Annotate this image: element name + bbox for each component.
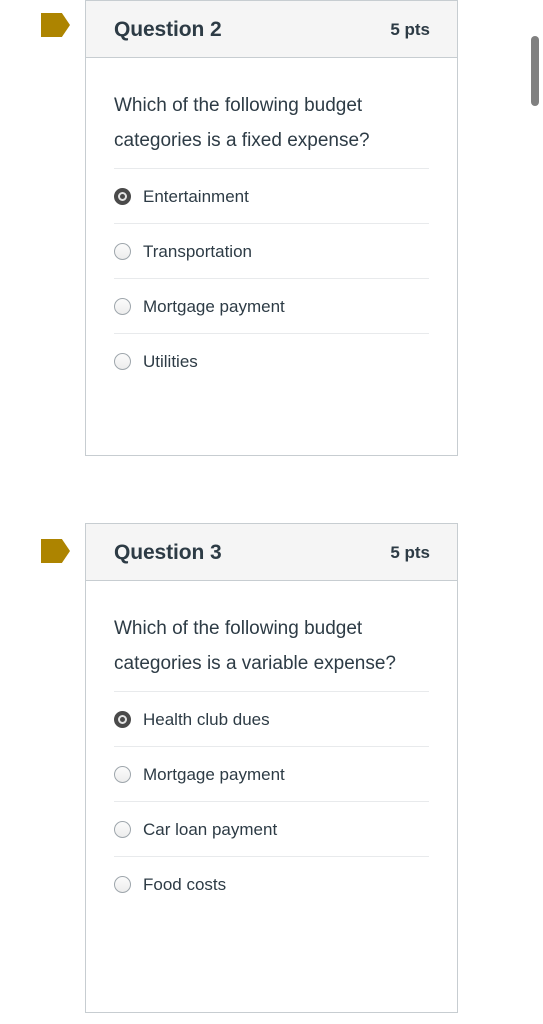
answer-row-2[interactable]: Mortgage payment [114, 746, 429, 801]
answer-row-1[interactable]: Health club dues [114, 691, 429, 746]
answer-label: Transportation [143, 241, 252, 261]
radio-button-icon[interactable] [114, 820, 131, 838]
answer-label: Entertainment [143, 186, 249, 206]
answer-label: Utilities [143, 351, 198, 371]
radio-button-selected-icon[interactable] [114, 187, 131, 205]
answer-row-3[interactable]: Mortgage payment [114, 278, 429, 333]
card-footer-space [86, 388, 457, 435]
scrollbar-thumb[interactable] [531, 36, 539, 106]
answer-row-1[interactable]: Entertainment [114, 168, 429, 223]
answer-label: Mortgage payment [143, 764, 285, 784]
answer-row-2[interactable]: Transportation [114, 223, 429, 278]
radio-button-icon[interactable] [114, 875, 131, 893]
question-title: Question 2 [114, 17, 222, 41]
question-points: 5 pts [390, 542, 430, 562]
answer-label: Health club dues [143, 709, 270, 729]
answer-label: Car loan payment [143, 819, 278, 839]
quiz-page: Question 2 5 pts Which of the following … [0, 0, 543, 1024]
answer-label: Food costs [143, 874, 227, 894]
radio-button-icon[interactable] [114, 352, 131, 370]
question-header: Question 2 5 pts [86, 1, 457, 58]
answer-label: Mortgage payment [143, 296, 285, 316]
flag-marker-icon[interactable] [41, 539, 70, 563]
answer-row-3[interactable]: Car loan payment [114, 801, 429, 856]
question-text: Which of the following budget categories… [114, 618, 397, 674]
question-title: Question 3 [114, 540, 222, 564]
flag-marker-icon[interactable] [41, 13, 70, 37]
radio-button-icon[interactable] [114, 765, 131, 783]
question-card: Question 3 5 pts Which of the following … [85, 523, 458, 1013]
radio-button-selected-icon[interactable] [114, 710, 131, 728]
question-body: Which of the following budget categories… [86, 58, 457, 168]
answer-row-4[interactable]: Utilities [114, 333, 429, 388]
card-footer-space [86, 911, 457, 958]
question-card: Question 2 5 pts Which of the following … [85, 0, 458, 456]
question-text: Which of the following budget categories… [114, 95, 370, 151]
radio-button-icon[interactable] [114, 297, 131, 315]
answer-row-4[interactable]: Food costs [114, 856, 429, 911]
radio-button-icon[interactable] [114, 242, 131, 260]
answer-list: Entertainment Transportation Mortgage pa… [86, 168, 457, 388]
question-body: Which of the following budget categories… [86, 581, 457, 691]
question-header: Question 3 5 pts [86, 524, 457, 581]
question-points: 5 pts [390, 19, 430, 39]
page-scrollbar[interactable] [528, 0, 543, 1024]
answer-list: Health club dues Mortgage payment Car lo… [86, 691, 457, 911]
